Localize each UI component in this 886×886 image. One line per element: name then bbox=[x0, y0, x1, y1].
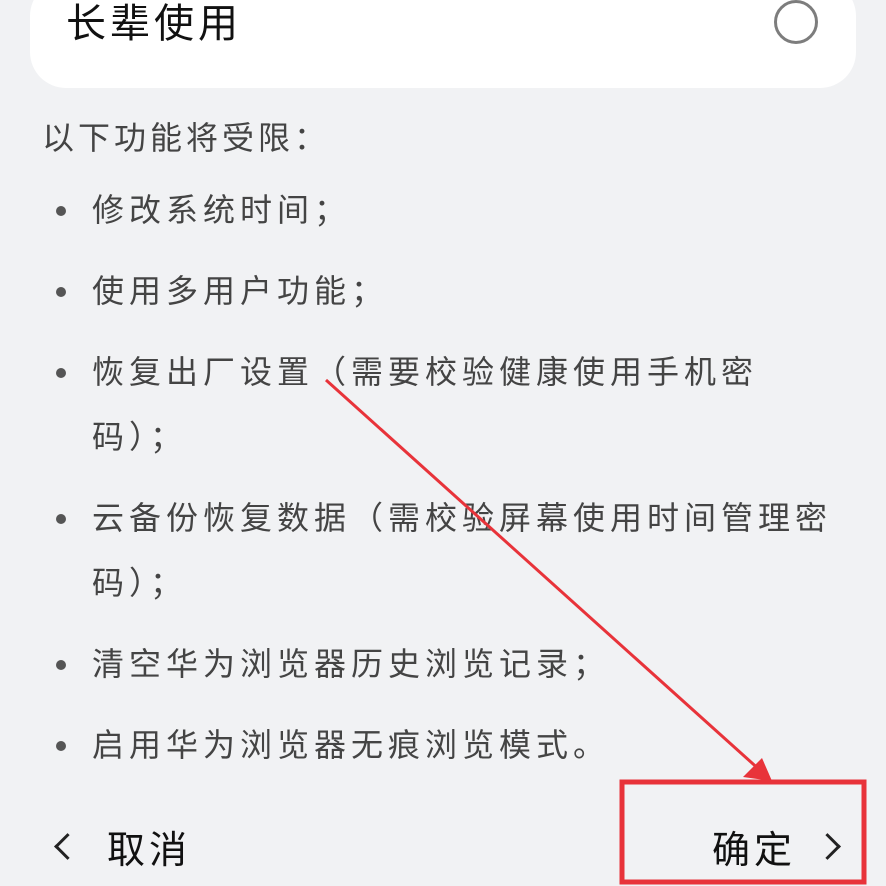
chevron-right-icon bbox=[814, 832, 841, 860]
bullet-icon bbox=[56, 514, 66, 524]
bullet-icon bbox=[56, 287, 66, 297]
restriction-text: 恢复出厂设置（需要校验健康使用手机密码）； bbox=[92, 353, 759, 456]
restriction-text: 云备份恢复数据（需校验屏幕使用时间管理密码）； bbox=[92, 499, 833, 602]
restriction-text: 启用华为浏览器无痕浏览模式。 bbox=[92, 726, 611, 764]
cancel-button[interactable]: 取消 bbox=[50, 816, 191, 876]
restriction-text: 清空华为浏览器历史浏览记录； bbox=[92, 645, 611, 683]
list-item: 启用华为浏览器无痕浏览模式。 bbox=[50, 713, 840, 778]
restriction-text: 使用多用户功能； bbox=[92, 272, 389, 310]
option-label: 长辈使用 bbox=[66, 1, 242, 47]
confirm-label: 确定 bbox=[712, 827, 797, 872]
list-item: 云备份恢复数据（需校验屏幕使用时间管理密码）； bbox=[50, 486, 840, 616]
restriction-confirm-page: 长辈使用 以下功能将受限： 修改系统时间； 使用多用户功能； 恢复出厂设置（需要… bbox=[0, 0, 886, 886]
bullet-icon bbox=[56, 660, 66, 670]
radio-unchecked-icon[interactable] bbox=[774, 0, 818, 44]
restrictions-list: 修改系统时间； 使用多用户功能； 恢复出厂设置（需要校验健康使用手机密码）； 云… bbox=[50, 178, 840, 794]
option-card-elder-mode[interactable]: 长辈使用 bbox=[30, 0, 856, 88]
list-item: 清空华为浏览器历史浏览记录； bbox=[50, 632, 840, 697]
confirm-button[interactable]: 确定 bbox=[712, 816, 841, 876]
chevron-left-icon bbox=[54, 832, 81, 860]
list-item: 恢复出厂设置（需要校验健康使用手机密码）； bbox=[50, 340, 840, 470]
bullet-icon bbox=[56, 741, 66, 751]
bullet-icon bbox=[56, 368, 66, 378]
list-item: 使用多用户功能； bbox=[50, 259, 840, 324]
list-item: 修改系统时间； bbox=[50, 178, 840, 243]
restriction-text: 修改系统时间； bbox=[92, 191, 352, 229]
restrictions-heading: 以下功能将受限： bbox=[42, 119, 331, 157]
cancel-label: 取消 bbox=[107, 827, 192, 872]
bullet-icon bbox=[56, 206, 66, 216]
